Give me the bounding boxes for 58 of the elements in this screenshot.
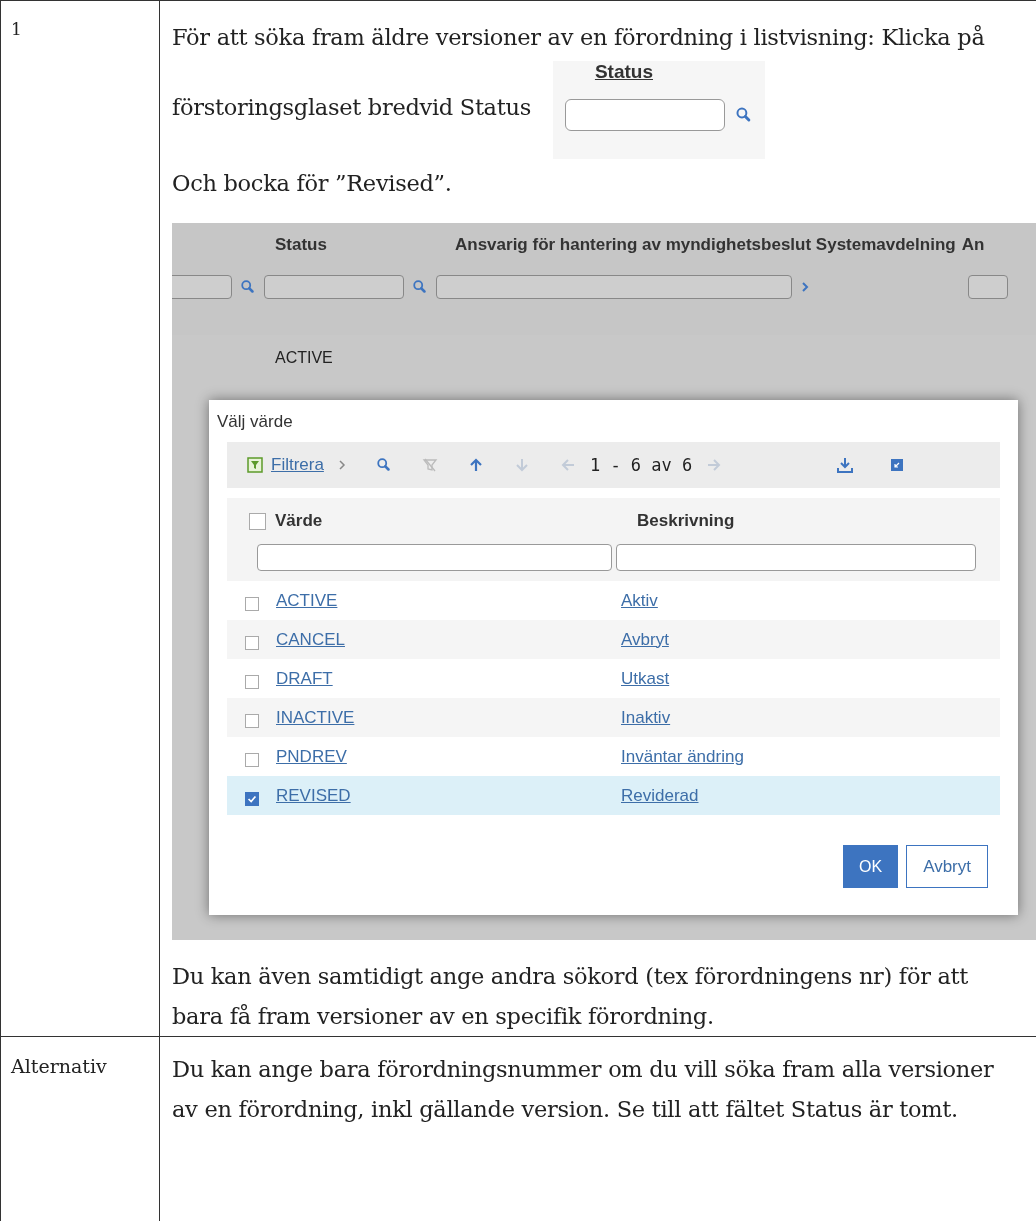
filter-icon[interactable]: [247, 457, 263, 473]
search-icon[interactable]: [375, 457, 392, 473]
dialog-title: Välj värde: [216, 411, 294, 433]
column-heading: An: [961, 235, 985, 256]
filter-field[interactable]: [436, 275, 792, 299]
ok-button[interactable]: OK: [843, 845, 899, 888]
value-link[interactable]: DRAFT: [276, 668, 621, 689]
table-row[interactable]: INACTIVE Inaktiv: [227, 698, 1000, 737]
step-number: 1: [11, 19, 22, 39]
table-cell: ACTIVE: [275, 348, 333, 367]
chevron-right-icon[interactable]: [337, 459, 346, 471]
search-icon[interactable]: [412, 279, 428, 295]
alternative-text: Du kan ange bara förordningsnummer om du vill söka fram alla versioner av en förordning, inkl gällande version. Se till att fältet Status är tomt.: [172, 1055, 995, 1124]
clear-filter-icon[interactable]: [421, 457, 438, 473]
value-link[interactable]: ACTIVE: [276, 590, 621, 611]
checkbox[interactable]: [245, 752, 259, 767]
collapse-icon[interactable]: [890, 458, 905, 472]
download-icon[interactable]: [836, 456, 855, 474]
chevron-right-icon[interactable]: [800, 280, 810, 294]
column-heading: Värde: [275, 511, 324, 531]
description-link[interactable]: Avbryt: [621, 629, 669, 650]
table-row[interactable]: CANCEL Avbryt: [227, 620, 1000, 659]
column-heading: Status: [594, 61, 653, 83]
search-icon[interactable]: [240, 279, 256, 295]
checkbox[interactable]: [245, 635, 259, 650]
value-link[interactable]: INACTIVE: [276, 707, 621, 728]
instruction-text: För att söka fram äldre versioner av en förordning i listvisning: Klicka på: [172, 23, 986, 52]
filter-field[interactable]: [172, 275, 232, 299]
description-link[interactable]: Aktiv: [621, 590, 658, 611]
description-link[interactable]: Reviderad: [621, 785, 699, 806]
filter-field[interactable]: [257, 544, 612, 571]
filter-field[interactable]: [968, 275, 1008, 299]
description-link[interactable]: Utkast: [621, 668, 670, 689]
description-link[interactable]: Inväntar ändring: [621, 746, 744, 767]
row-label: Alternativ: [11, 1055, 107, 1077]
pager-text: 1 - 6 av 6: [589, 455, 693, 475]
value-link[interactable]: CANCEL: [276, 629, 621, 650]
note-text: Du kan även samtidigt ange andra sökord (tex förordningens nr) för att bara få fram versioner av en specifik förordning.: [172, 962, 970, 1031]
checkbox[interactable]: [245, 674, 259, 689]
filter-link[interactable]: Filtrera: [271, 455, 324, 475]
instruction-text: förstoringsglaset bredvid Status: [172, 93, 531, 122]
value-link[interactable]: REVISED: [276, 785, 621, 806]
checkbox[interactable]: [245, 713, 259, 728]
checkbox[interactable]: [245, 791, 259, 806]
table-row[interactable]: REVISED Reviderad: [227, 776, 1000, 815]
search-icon[interactable]: [735, 106, 753, 124]
filter-field[interactable]: [616, 544, 976, 571]
column-heading: Beskrivning: [637, 511, 735, 531]
filter-field[interactable]: [264, 275, 404, 299]
checkbox[interactable]: [249, 512, 266, 530]
value-link[interactable]: PNDREV: [276, 746, 621, 767]
description-link[interactable]: Inaktiv: [621, 707, 671, 728]
cancel-button[interactable]: Avbryt: [906, 845, 988, 888]
status-filter-field[interactable]: [564, 99, 726, 131]
checkbox[interactable]: [245, 596, 259, 611]
column-heading: Status: [275, 235, 328, 256]
column-heading: Ansvarig för hantering av myndighetsbeslut Systemavdelning: [455, 235, 956, 256]
instruction-text: Och bocka för ”Revised”.: [172, 169, 453, 198]
